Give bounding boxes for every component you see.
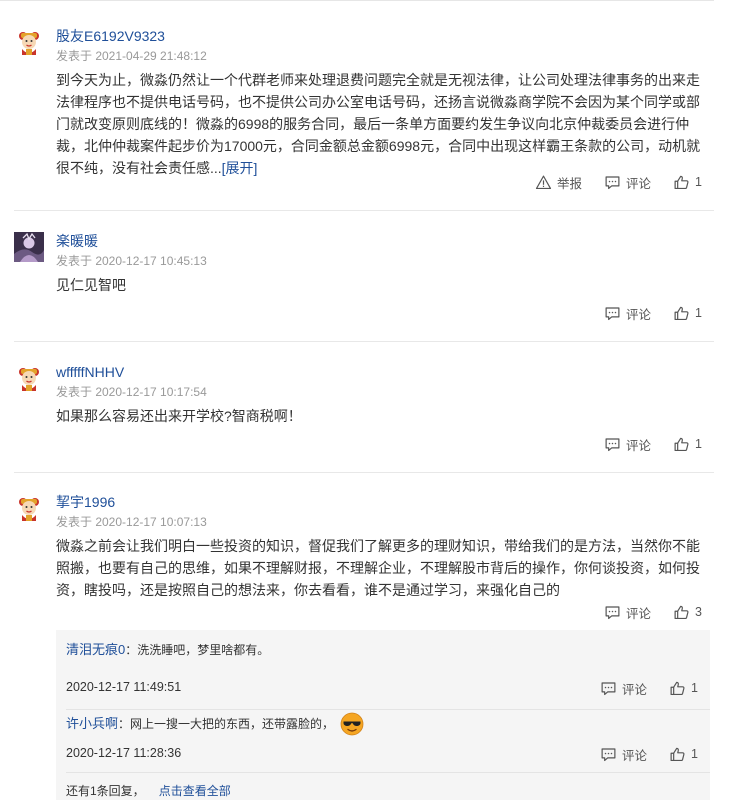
comment-label: 评论 <box>626 176 652 191</box>
more-replies-text: 还有1条回复， <box>66 784 145 798</box>
reply-item: 许小兵啊 ：网上一搜一大把的东西，还带露脸的， 2020-12-17 11:28:… <box>66 712 710 773</box>
like-button[interactable]: 1 <box>669 746 698 763</box>
divider <box>66 772 710 773</box>
like-count: 1 <box>691 747 698 761</box>
reply-date: 2020-12-17 11:49:51 <box>66 680 182 694</box>
top-divider <box>0 0 714 2</box>
comment-bubble-icon <box>604 604 621 621</box>
like-button[interactable]: 1 <box>673 174 702 191</box>
divider <box>14 210 714 211</box>
comment-button[interactable]: 评论 <box>600 745 647 764</box>
comment-button[interactable]: 评论 <box>604 304 651 323</box>
thumbs-up-icon <box>673 436 690 453</box>
like-button[interactable]: 1 <box>673 436 702 453</box>
comment-text: 见仁见智吧 <box>56 277 126 293</box>
comment-item: 股友E6192V9323 发表于 2021-04-29 21:48:12 到今天… <box>14 27 714 211</box>
reply-item: 清泪无痕0 ：洗洗睡吧，梦里啥都有。 2020-12-17 11:49:51 评论… <box>66 640 710 710</box>
reply-line: 清泪无痕0 ：洗洗睡吧，梦里啥都有。 <box>66 640 269 660</box>
reply-text: ：洗洗睡吧，梦里啥都有。 <box>125 643 270 657</box>
user-photo-avatar[interactable] <box>14 232 44 262</box>
thumbs-up-icon <box>673 305 690 322</box>
like-count: 1 <box>695 306 702 320</box>
reply-actions: 评论 1 <box>600 678 698 698</box>
comment-timestamp: 发表于 2020-12-17 10:45:13 <box>56 254 207 268</box>
comment-username[interactable]: 股友E6192V9323 <box>56 27 165 45</box>
comment-text: 到今天为止，微淼仍然让一个代群老师来处理退费问题完全就是无视法律，让公司处理法律… <box>56 69 708 179</box>
comment-label: 评论 <box>626 307 652 322</box>
thumbs-up-icon <box>669 746 686 763</box>
comment-text: 如果那么容易还出来开学校?智商税啊！ <box>56 408 302 424</box>
comment-timestamp: 发表于 2020-12-17 10:17:54 <box>56 385 207 399</box>
reply-actions: 评论 1 <box>600 744 698 764</box>
reply-text: ：网上一搜一大把的东西，还带露脸的， <box>118 717 335 731</box>
comment-actions: 举报 评论 1 <box>535 172 702 192</box>
comment-actions: 评论 1 <box>604 303 702 323</box>
reply-line: 许小兵啊 ：网上一搜一大把的东西，还带露脸的， <box>66 712 364 736</box>
cool-sunglasses-emoji <box>340 712 364 736</box>
comment-label: 评论 <box>626 438 652 453</box>
fortune-god-avatar-icon[interactable] <box>14 363 44 393</box>
comment-actions: 评论 1 <box>604 434 702 454</box>
reply-date: 2020-12-17 11:28:36 <box>66 746 182 760</box>
comment-button[interactable]: 评论 <box>604 435 651 454</box>
reply-username[interactable]: 许小兵啊 <box>66 714 118 734</box>
comment-bubble-icon <box>600 746 617 763</box>
report-button[interactable]: 举报 <box>535 173 582 192</box>
comment-item: 挈宇1996 发表于 2020-12-17 10:07:13 微淼之前会让我们明… <box>14 493 714 623</box>
comment-button[interactable]: 评论 <box>600 679 647 698</box>
warning-triangle-icon <box>535 174 552 191</box>
like-count: 3 <box>695 605 702 619</box>
comment-timestamp: 发表于 2020-12-17 10:07:13 <box>56 515 207 529</box>
comment-username[interactable]: 楽暖暖 <box>56 232 98 250</box>
reply-username[interactable]: 清泪无痕0 <box>66 640 125 660</box>
comment-timestamp: 发表于 2021-04-29 21:48:12 <box>56 49 207 63</box>
comment-bubble-icon <box>600 680 617 697</box>
like-count: 1 <box>695 175 702 189</box>
thumbs-up-icon <box>673 174 690 191</box>
comment-text-content: 到今天为止，微淼仍然让一个代群老师来处理退费问题完全就是无视法律，让公司处理法律… <box>56 72 701 176</box>
fortune-god-avatar-icon[interactable] <box>14 493 44 523</box>
comment-actions: 评论 3 <box>604 602 702 622</box>
thumbs-up-icon <box>669 680 686 697</box>
comment-button[interactable]: 评论 <box>604 603 651 622</box>
comment-username[interactable]: wfffffNHHV <box>56 363 124 381</box>
comment-button[interactable]: 评论 <box>604 173 651 192</box>
divider <box>14 472 714 473</box>
expand-link[interactable]: [展开] <box>222 160 258 176</box>
comment-label: 评论 <box>626 606 652 621</box>
report-label: 举报 <box>557 176 583 191</box>
divider <box>14 341 714 342</box>
thumbs-up-icon <box>673 604 690 621</box>
like-button[interactable]: 1 <box>673 305 702 322</box>
more-replies: 还有1条回复， 点击查看全部 <box>66 782 231 799</box>
like-count: 1 <box>695 437 702 451</box>
divider <box>66 709 710 710</box>
comment-item: wfffffNHHV 发表于 2020-12-17 10:17:54 如果那么容… <box>14 363 714 473</box>
like-button[interactable]: 1 <box>669 680 698 697</box>
like-button[interactable]: 3 <box>673 604 702 621</box>
view-all-replies-link[interactable]: 点击查看全部 <box>159 784 231 798</box>
comment-bubble-icon <box>604 436 621 453</box>
comment-label: 评论 <box>622 748 648 763</box>
comment-username[interactable]: 挈宇1996 <box>56 493 115 511</box>
like-count: 1 <box>691 681 698 695</box>
comment-bubble-icon <box>604 305 621 322</box>
comment-label: 评论 <box>622 682 648 697</box>
fortune-god-avatar-icon[interactable] <box>14 27 44 57</box>
comment-text: 微淼之前会让我们明白一些投资的知识，督促我们了解更多的理财知识，带给我们的是方法… <box>56 538 700 598</box>
comment-item: 楽暖暖 发表于 2020-12-17 10:45:13 见仁见智吧 评论 1 <box>14 232 714 342</box>
comment-bubble-icon <box>604 174 621 191</box>
reply-list: 清泪无痕0 ：洗洗睡吧，梦里啥都有。 2020-12-17 11:49:51 评论… <box>56 630 710 800</box>
